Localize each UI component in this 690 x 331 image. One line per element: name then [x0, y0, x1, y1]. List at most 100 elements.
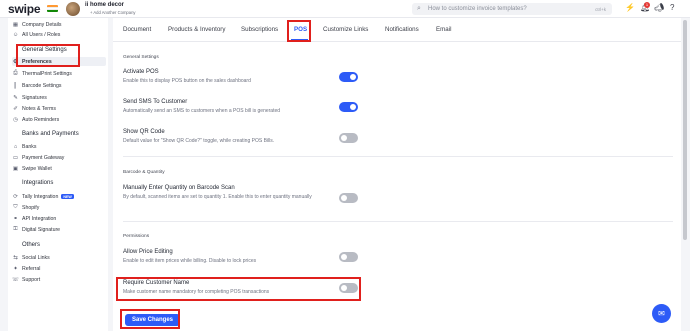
- sidebar-item-referral[interactable]: ✦ Referral: [12, 264, 40, 273]
- sidebar-item-barcode[interactable]: ║ Barcode Settings: [12, 81, 62, 90]
- setting-title: Activate POS: [123, 69, 159, 75]
- setting-description: Automatically send an SMS to customers w…: [123, 108, 281, 114]
- section-divider: [123, 221, 673, 222]
- support-icon: ☏: [12, 276, 19, 283]
- sidebar-item-company-details[interactable]: ▦ Company Details: [12, 20, 62, 29]
- building-icon: ▦: [12, 21, 19, 28]
- app-logo[interactable]: swipe: [8, 2, 41, 16]
- search-icon: ⌕: [417, 5, 421, 12]
- sidebar-item-label: Tally Integration: [22, 193, 59, 200]
- section-title-general: General Settings: [123, 55, 159, 60]
- highlight-box-preferences: [16, 44, 80, 67]
- company-name[interactable]: ii home decor: [85, 2, 124, 8]
- tab-customize-links[interactable]: Customize Links: [323, 26, 368, 33]
- sidebar-item-support[interactable]: ☏ Support: [12, 275, 40, 284]
- signature-icon: ✎: [13, 94, 18, 101]
- setting-description: Enable this to display POS button on the…: [123, 78, 251, 84]
- search-placeholder: How to customize invoice templates?: [428, 6, 527, 12]
- api-icon: ⚭: [13, 215, 18, 222]
- help-icon[interactable]: ?: [670, 3, 674, 12]
- sidebar-item-signatures[interactable]: ✎ Signatures: [12, 93, 47, 102]
- sidebar-item-label: Shopify: [22, 204, 40, 211]
- sync-icon: ⟳: [13, 193, 18, 200]
- notes-icon: ✐: [13, 105, 18, 112]
- gift-icon: ✦: [13, 265, 18, 272]
- settings-tabs: Document Products & Inventory Subscripti…: [113, 18, 681, 42]
- setting-title: Allow Price Editing: [123, 249, 173, 255]
- notification-badge: 1: [644, 2, 650, 8]
- sidebar-item-label: API Integration: [22, 215, 57, 222]
- search-input[interactable]: ⌕ How to customize invoice templates? ct…: [412, 3, 612, 15]
- sidebar-item-label: All Users / Roles: [22, 31, 61, 38]
- sidebar-item-label: Social Links: [22, 254, 50, 261]
- sidebar-item-label: Barcode Settings: [22, 82, 62, 89]
- sidebar-item-label: Auto Reminders: [22, 116, 60, 123]
- share-icon: ⇆: [13, 254, 18, 261]
- sidebar-item-label: Notes & Terms: [22, 105, 56, 112]
- lightning-icon[interactable]: ⚡: [625, 3, 635, 12]
- sidebar-item-label: Support: [22, 276, 41, 283]
- show-qr-code-toggle[interactable]: [339, 133, 358, 143]
- setting-description: By default, scanned items are set to qua…: [123, 194, 312, 200]
- sidebar-heading-integrations: Integrations: [22, 180, 54, 186]
- setting-title: Show QR Code: [123, 129, 165, 135]
- barcode-icon: ║: [13, 82, 18, 89]
- new-badge: NEW: [61, 194, 74, 199]
- users-icon: ☺: [12, 31, 19, 38]
- clock-icon: ◷: [13, 116, 18, 123]
- sidebar-item-label: ThermalPrint Settings: [22, 70, 72, 77]
- sidebar-item-social-links[interactable]: ⇆ Social Links: [12, 253, 50, 262]
- section-title-barcode: Barcode & Quantity: [123, 170, 165, 175]
- sidebar-item-notes-terms[interactable]: ✐ Notes & Terms: [12, 104, 56, 113]
- allow-price-editing-toggle[interactable]: [339, 252, 358, 262]
- section-title-permissions: Permissions: [123, 234, 150, 239]
- sidebar-heading-banks: Banks and Payments: [22, 131, 79, 137]
- tab-subscriptions[interactable]: Subscriptions: [241, 26, 278, 33]
- sidebar-item-label: Swipe Wallet: [22, 165, 52, 172]
- sidebar-item-digital-signature[interactable]: ⚿ Digital Signature: [12, 225, 60, 234]
- tab-document[interactable]: Document: [123, 26, 151, 33]
- sidebar-item-label: Banks: [22, 143, 37, 150]
- page-scrollbar[interactable]: [683, 20, 687, 240]
- chat-support-icon[interactable]: ✉: [652, 304, 671, 323]
- sidebar-heading-others: Others: [22, 242, 41, 248]
- sidebar-item-shopify[interactable]: ⛉ Shopify: [12, 203, 39, 212]
- tab-products-inventory[interactable]: Products & Inventory: [168, 26, 225, 33]
- sidebar-item-label: Digital Signature: [22, 226, 61, 233]
- add-company-link[interactable]: + Add Another Company: [90, 10, 136, 15]
- top-bar: swipe ii home decor + Add Another Compan…: [0, 0, 690, 18]
- card-icon: ▭: [12, 154, 19, 161]
- highlight-box-pos-tab: [287, 20, 311, 42]
- sidebar-item-api-integration[interactable]: ⚭ API Integration: [12, 214, 56, 223]
- tab-email[interactable]: Email: [436, 26, 451, 33]
- sidebar-item-auto-reminders[interactable]: ◷ Auto Reminders: [12, 115, 59, 124]
- setting-description: Default value for "Show QR Code?" toggle…: [123, 138, 275, 144]
- setting-title: Send SMS To Customer: [123, 99, 188, 105]
- sidebar-item-tally-integration[interactable]: ⟳ Tally Integration NEW: [12, 192, 74, 201]
- highlight-box-require-customer-name: [116, 277, 361, 301]
- bank-icon: ⌂: [13, 143, 18, 150]
- wallet-icon: ▣: [12, 165, 19, 172]
- printer-icon: ⎙: [13, 70, 18, 76]
- activate-pos-toggle[interactable]: [339, 72, 358, 82]
- company-avatar[interactable]: [66, 2, 80, 16]
- tab-notifications[interactable]: Notifications: [385, 26, 419, 33]
- search-shortcut: ctrl+k: [595, 6, 606, 12]
- sidebar-item-label: Referral: [22, 265, 41, 272]
- shopify-icon: ⛉: [13, 204, 18, 210]
- sidebar-item-label: Signatures: [22, 94, 47, 101]
- sidebar-item-swipe-wallet[interactable]: ▣ Swipe Wallet: [12, 164, 52, 173]
- highlight-box-save-button: [120, 309, 180, 329]
- sidebar-item-thermalprint[interactable]: ⎙ ThermalPrint Settings: [12, 69, 72, 78]
- manual-quantity-toggle[interactable]: [339, 193, 358, 203]
- section-divider: [123, 156, 673, 157]
- sidebar-item-payment-gateway[interactable]: ▭ Payment Gateway: [12, 153, 65, 162]
- sidebar-item-label: Payment Gateway: [22, 154, 65, 161]
- send-sms-toggle[interactable]: [339, 102, 358, 112]
- sidebar-item-banks[interactable]: ⌂ Banks: [12, 142, 37, 151]
- megaphone-icon[interactable]: 📣︎: [654, 3, 664, 12]
- sidebar-item-label: Company Details: [22, 21, 62, 28]
- key-icon: ⚿: [13, 226, 18, 232]
- sidebar-item-users-roles[interactable]: ☺ All Users / Roles: [12, 30, 61, 39]
- india-flag-icon: [47, 5, 58, 12]
